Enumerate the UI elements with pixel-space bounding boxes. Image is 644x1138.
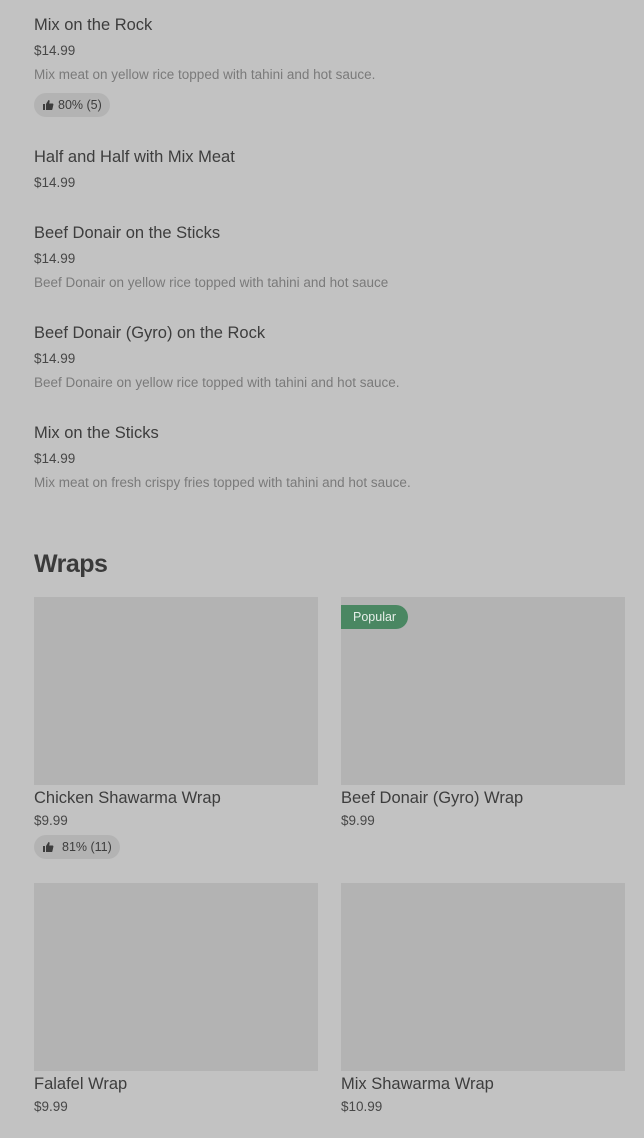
item-description: Mix meat on fresh crispy fries topped wi… — [34, 475, 411, 490]
item-price: $14.99 — [34, 251, 76, 266]
item-description: Beef Donaire on yellow rice topped with … — [34, 375, 400, 390]
menu-item[interactable]: Half and Half with Mix Meat $14.99 — [34, 146, 624, 196]
menu-card[interactable]: Chicken Shawarma Wrap $9.99 81% (11) — [34, 597, 318, 861]
item-image — [341, 883, 625, 1071]
menu-card[interactable]: Falafel Wrap $9.99 — [34, 883, 318, 1123]
item-name: Mix on the Sticks — [34, 424, 159, 442]
item-name: Falafel Wrap — [34, 1075, 128, 1093]
menu-card[interactable]: Mix Shawarma Wrap $10.99 — [341, 883, 625, 1123]
rating-text: 80% (5) — [58, 98, 102, 112]
item-description: Beef Donair on yellow rice topped with t… — [34, 275, 389, 290]
item-image — [34, 597, 318, 785]
rating-badge: 81% (11) — [34, 835, 120, 859]
menu-item[interactable]: Mix on the Sticks $14.99 Mix meat on fre… — [34, 422, 624, 498]
item-price: $14.99 — [34, 451, 76, 466]
item-image — [34, 883, 318, 1071]
rating-badge: 80% (5) — [34, 93, 110, 117]
item-name: Mix Shawarma Wrap — [341, 1075, 494, 1093]
section-title-wraps: Wraps — [34, 550, 108, 578]
item-name: Chicken Shawarma Wrap — [34, 789, 221, 807]
item-price: $10.99 — [341, 1099, 383, 1114]
item-name: Half and Half with Mix Meat — [34, 148, 235, 166]
item-name: Mix on the Rock — [34, 16, 153, 34]
rating-text: 81% (11) — [62, 840, 112, 854]
thumbs-up-icon — [42, 841, 54, 853]
item-price: $14.99 — [34, 43, 76, 58]
item-price: $9.99 — [341, 813, 375, 828]
item-price: $9.99 — [34, 1099, 68, 1114]
menu-item[interactable]: Mix on the Rock $14.99 Mix meat on yello… — [34, 14, 624, 122]
popular-badge: Popular — [341, 605, 409, 629]
menu-page: Mix on the Rock $14.99 Mix meat on yello… — [0, 0, 644, 1138]
item-name: Beef Donair on the Sticks — [34, 224, 221, 242]
item-description: Mix meat on yellow rice topped with tahi… — [34, 67, 376, 82]
item-price: $14.99 — [34, 351, 76, 366]
menu-card[interactable]: Popular Beef Donair (Gyro) Wrap $9.99 — [341, 597, 625, 837]
menu-item[interactable]: Beef Donair (Gyro) on the Rock $14.99 Be… — [34, 322, 624, 398]
thumbs-up-icon — [42, 99, 54, 111]
item-name: Beef Donair (Gyro) on the Rock — [34, 324, 266, 342]
item-name: Beef Donair (Gyro) Wrap — [341, 789, 524, 807]
item-price: $14.99 — [34, 175, 76, 190]
item-price: $9.99 — [34, 813, 68, 828]
menu-item[interactable]: Beef Donair on the Sticks $14.99 Beef Do… — [34, 222, 624, 298]
